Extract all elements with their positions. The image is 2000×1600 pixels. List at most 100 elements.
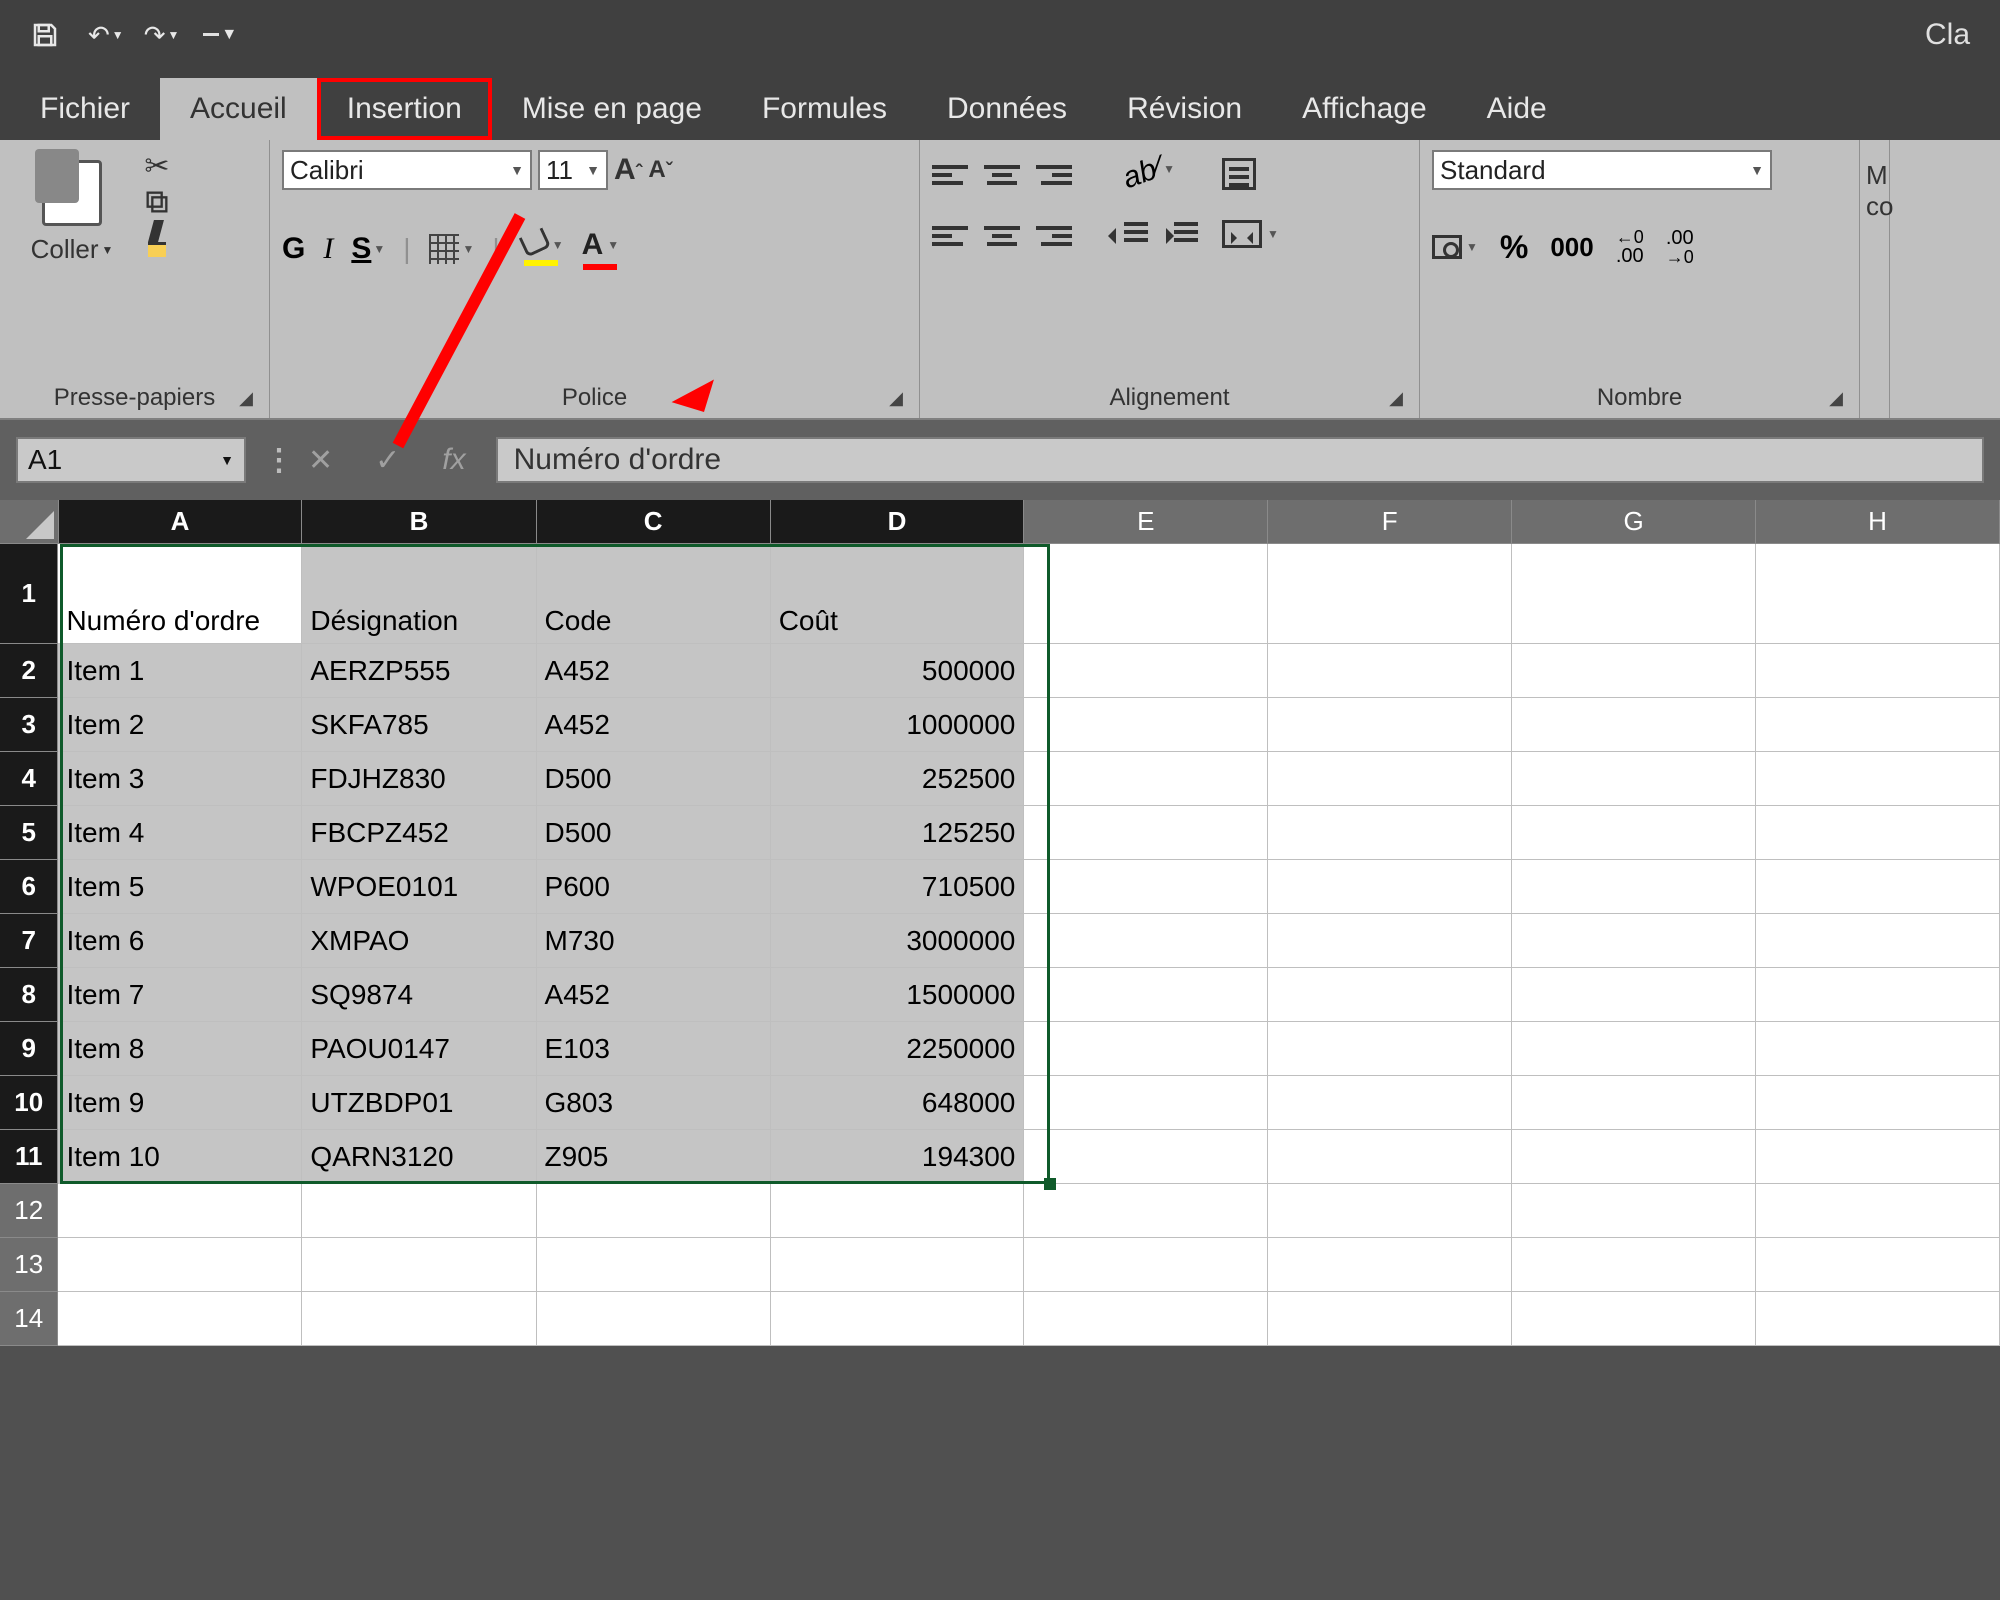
cell[interactable]: A452 — [537, 644, 771, 698]
tab-formules[interactable]: Formules — [732, 78, 917, 140]
selection-handle[interactable] — [1044, 1178, 1056, 1190]
tab-revision[interactable]: Révision — [1097, 78, 1272, 140]
increase-decimal-button[interactable]: ←0.00 — [1616, 228, 1644, 266]
tab-accueil[interactable]: Accueil — [160, 78, 317, 140]
italic-button[interactable]: I — [323, 232, 333, 266]
cell[interactable]: FBCPZ452 — [302, 806, 536, 860]
borders-button[interactable]: ▼ — [429, 234, 475, 264]
cell[interactable] — [1268, 860, 1512, 914]
row-header[interactable]: 10 — [0, 1076, 58, 1130]
clipboard-launcher-icon[interactable]: ◢ — [239, 388, 253, 409]
cell[interactable] — [302, 1292, 536, 1346]
cell[interactable]: 648000 — [771, 1076, 1025, 1130]
thousand-sep-button[interactable]: 000 — [1550, 232, 1593, 263]
cell[interactable]: AERZP555 — [302, 644, 536, 698]
cell[interactable] — [1756, 544, 2000, 644]
cell[interactable] — [1268, 1130, 1512, 1184]
font-name-combo[interactable]: Calibri▼ — [282, 150, 532, 190]
cell[interactable]: Item 2 — [58, 698, 302, 752]
cell[interactable]: Item 5 — [58, 860, 302, 914]
percent-button[interactable]: % — [1500, 229, 1528, 266]
col-header-h[interactable]: H — [1756, 500, 2000, 544]
cell[interactable] — [1268, 1292, 1512, 1346]
cell[interactable]: Item 10 — [58, 1130, 302, 1184]
col-header-d[interactable]: D — [771, 500, 1025, 544]
cell[interactable] — [302, 1238, 536, 1292]
cell[interactable] — [1512, 1238, 1756, 1292]
align-left-icon[interactable] — [932, 222, 968, 250]
cell[interactable] — [771, 1184, 1025, 1238]
cell[interactable] — [58, 1184, 302, 1238]
cell[interactable] — [1512, 752, 1756, 806]
decrease-font-icon[interactable]: Aˇ — [648, 156, 672, 184]
font-color-button[interactable]: A▼ — [582, 228, 620, 270]
cell[interactable] — [1512, 860, 1756, 914]
row-header[interactable]: 1 — [0, 544, 58, 644]
cell[interactable] — [1512, 1292, 1756, 1346]
cell[interactable]: Item 7 — [58, 968, 302, 1022]
cell[interactable] — [1756, 1292, 2000, 1346]
select-all-corner[interactable] — [0, 500, 59, 544]
cell[interactable] — [1756, 914, 2000, 968]
accept-formula-button[interactable]: ✓ — [363, 443, 412, 478]
format-painter-icon[interactable] — [142, 226, 172, 250]
row-header[interactable]: 12 — [0, 1184, 58, 1238]
align-top-icon[interactable] — [932, 161, 968, 189]
cell[interactable]: A452 — [537, 698, 771, 752]
save-icon[interactable] — [30, 20, 60, 50]
row-header[interactable]: 11 — [0, 1130, 58, 1184]
cell[interactable]: P600 — [537, 860, 771, 914]
cell[interactable] — [302, 1184, 536, 1238]
cell[interactable] — [1024, 544, 1268, 644]
cell[interactable]: Item 6 — [58, 914, 302, 968]
align-center-icon[interactable] — [984, 222, 1020, 250]
bold-button[interactable]: G — [282, 232, 305, 266]
cell[interactable] — [1024, 1238, 1268, 1292]
cell[interactable] — [1756, 1022, 2000, 1076]
cell[interactable] — [1024, 1022, 1268, 1076]
cell[interactable] — [537, 1184, 771, 1238]
col-header-g[interactable]: G — [1512, 500, 1756, 544]
cut-icon[interactable]: ✂ — [142, 154, 172, 178]
cell[interactable]: 1000000 — [771, 698, 1025, 752]
cell[interactable] — [1756, 752, 2000, 806]
row-header[interactable]: 6 — [0, 860, 58, 914]
cell[interactable] — [1024, 968, 1268, 1022]
row-header[interactable]: 4 — [0, 752, 58, 806]
font-size-combo[interactable]: 11▼ — [538, 150, 608, 190]
col-header-b[interactable]: B — [302, 500, 536, 544]
cell[interactable] — [1268, 752, 1512, 806]
col-header-a[interactable]: A — [59, 500, 303, 544]
cell[interactable] — [1756, 698, 2000, 752]
cell[interactable] — [58, 1238, 302, 1292]
paste-icon[interactable] — [42, 160, 102, 226]
cell[interactable]: Item 3 — [58, 752, 302, 806]
tab-insertion[interactable]: Insertion — [317, 78, 492, 140]
cell[interactable]: 1500000 — [771, 968, 1025, 1022]
worksheet[interactable]: A B C D E F G H 1 Numéro d'ordre Désigna… — [0, 500, 2000, 1346]
cell[interactable] — [1756, 806, 2000, 860]
decrease-indent-icon[interactable] — [1114, 222, 1148, 250]
number-launcher-icon[interactable]: ◢ — [1829, 388, 1843, 409]
cell[interactable]: XMPAO — [302, 914, 536, 968]
alignment-launcher-icon[interactable]: ◢ — [1389, 388, 1403, 409]
cell[interactable]: UTZBDP01 — [302, 1076, 536, 1130]
row-header[interactable]: 8 — [0, 968, 58, 1022]
orientation-icon[interactable]: ab⁄▼ — [1118, 146, 1179, 196]
cell[interactable] — [1024, 1130, 1268, 1184]
cell[interactable]: E103 — [537, 1022, 771, 1076]
cell[interactable]: 710500 — [771, 860, 1025, 914]
row-header[interactable]: 14 — [0, 1292, 58, 1346]
fill-color-button[interactable]: ▼ — [518, 232, 564, 266]
cell[interactable] — [1268, 1238, 1512, 1292]
cell[interactable] — [1512, 644, 1756, 698]
cell[interactable]: QARN3120 — [302, 1130, 536, 1184]
cell[interactable] — [1512, 1076, 1756, 1130]
align-right-icon[interactable] — [1036, 222, 1072, 250]
cell[interactable] — [1024, 806, 1268, 860]
cell[interactable] — [537, 1292, 771, 1346]
cell[interactable] — [1756, 1130, 2000, 1184]
copy-icon[interactable] — [142, 190, 172, 214]
redo-button[interactable]: ↷ ▼ — [144, 20, 180, 51]
col-header-f[interactable]: F — [1268, 500, 1512, 544]
